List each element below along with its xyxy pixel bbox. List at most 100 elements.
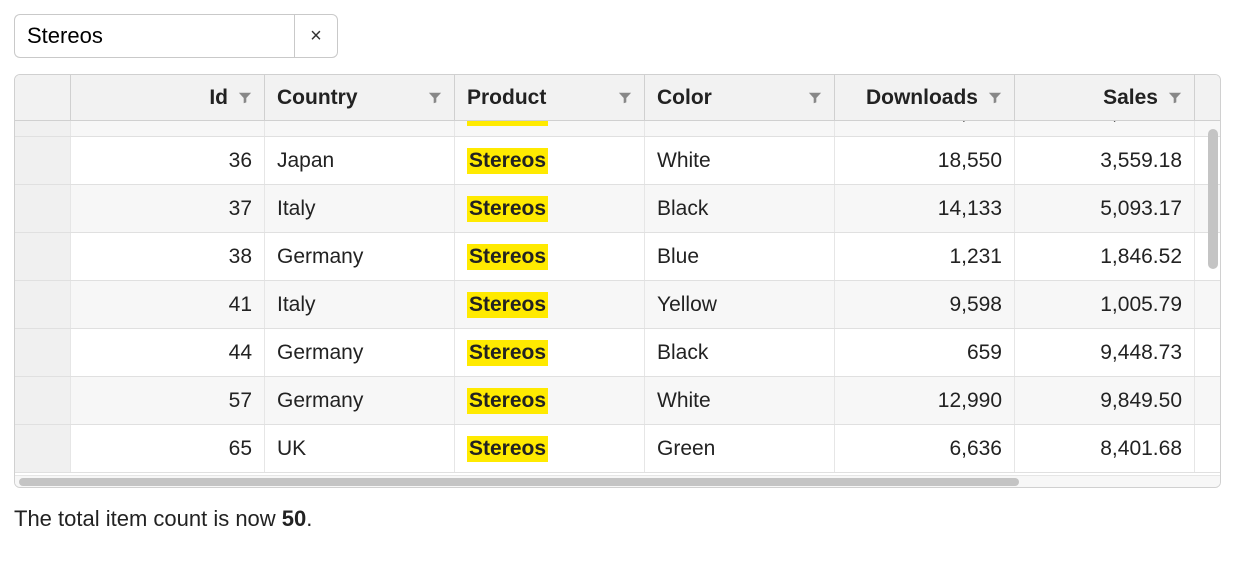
cell-color: White <box>645 137 835 184</box>
filter-icon[interactable] <box>1168 91 1182 105</box>
cell-downloads: 1,231 <box>835 233 1015 280</box>
column-label: Id <box>209 86 228 110</box>
close-icon: × <box>310 25 322 48</box>
table-row[interactable]: 44GermanyStereosBlack6599,448.73 <box>15 329 1220 377</box>
highlight: Stereos <box>467 148 548 174</box>
highlight: Stereos <box>467 388 548 414</box>
column-label: Color <box>657 86 712 110</box>
cell-sales: 8,284.00 <box>1015 121 1195 136</box>
column-label: Sales <box>1103 86 1158 110</box>
cell-id: 57 <box>71 377 265 424</box>
horizontal-scrollbar-thumb[interactable] <box>19 478 1019 486</box>
search-bar: × <box>14 14 1221 58</box>
cell-country: Germany <box>265 233 455 280</box>
horizontal-scrollbar-track[interactable] <box>15 475 1220 487</box>
table-row[interactable]: 57Germany Stereos White12,9909,849.50 <box>15 377 1220 425</box>
cell-color: White <box>645 377 835 424</box>
table-row[interactable]: 65UKStereosGreen6,6368,401.68 <box>15 425 1220 473</box>
cell-id: 38 <box>71 233 265 280</box>
cell-product: Stereos <box>455 329 645 376</box>
column-header-country[interactable]: Country <box>265 75 455 120</box>
highlight: Stereos <box>467 436 548 462</box>
column-header-downloads[interactable]: Downloads <box>835 75 1015 120</box>
column-label: Country <box>277 86 358 110</box>
column-header-sales[interactable]: Sales <box>1015 75 1195 120</box>
cell-spacer <box>1195 377 1220 424</box>
row-header-cell <box>15 281 71 328</box>
footer-suffix: . <box>306 506 312 531</box>
cell-sales: 9,448.73 <box>1015 329 1195 376</box>
row-header-cell <box>15 137 71 184</box>
cell-sales: 5,093.17 <box>1015 185 1195 232</box>
cell-country: Greece <box>265 121 455 136</box>
clear-search-button[interactable]: × <box>294 14 338 58</box>
cell-sales: 1,005.79 <box>1015 281 1195 328</box>
filter-icon[interactable] <box>238 91 252 105</box>
cell-id: 44 <box>71 329 265 376</box>
highlight: Stereos <box>467 196 548 222</box>
cell-spacer <box>1195 281 1220 328</box>
cell-country: Italy <box>265 185 455 232</box>
filter-icon[interactable] <box>988 91 1002 105</box>
grid-header-row: Id Country Product Color Downloads <box>15 75 1220 121</box>
cell-color: White <box>645 121 835 136</box>
search-input[interactable] <box>14 14 294 58</box>
column-header-id[interactable]: Id <box>71 75 265 120</box>
cell-spacer <box>1195 329 1220 376</box>
highlight: Stereos <box>467 121 548 126</box>
table-row[interactable]: 41Italy Stereos Yellow9,5981,005.79 <box>15 281 1220 329</box>
column-label: Product <box>467 86 546 110</box>
cell-spacer <box>1195 425 1220 472</box>
cell-downloads: 12,990 <box>835 377 1015 424</box>
cell-sales: 8,401.68 <box>1015 425 1195 472</box>
cell-color: Black <box>645 185 835 232</box>
row-header-cell <box>15 377 71 424</box>
cell-sales: 1,846.52 <box>1015 233 1195 280</box>
cell-id: 36 <box>71 137 265 184</box>
vertical-scrollbar[interactable] <box>1208 129 1218 269</box>
cell-color: Blue <box>645 233 835 280</box>
cell-country: Germany <box>265 329 455 376</box>
cell-country: UK <box>265 425 455 472</box>
cell-id: 41 <box>71 281 265 328</box>
footer-summary: The total item count is now 50. <box>14 506 1221 532</box>
filter-icon[interactable] <box>428 91 442 105</box>
grid-body[interactable]: 31GreeceStereosWhite18,8898,284.0036Japa… <box>15 121 1220 475</box>
cell-country: Italy <box>265 281 455 328</box>
highlight: Stereos <box>467 340 548 366</box>
cell-id: 65 <box>71 425 265 472</box>
cell-country: Germany <box>265 377 455 424</box>
column-header-product[interactable]: Product <box>455 75 645 120</box>
filter-icon[interactable] <box>618 91 632 105</box>
table-row[interactable]: 36JapanStereosWhite18,5503,559.18 <box>15 137 1220 185</box>
column-label: Downloads <box>866 86 978 110</box>
cell-product: Stereos <box>455 281 645 328</box>
footer-count: 50 <box>282 506 306 531</box>
cell-downloads: 18,889 <box>835 121 1015 136</box>
cell-color: Yellow <box>645 281 835 328</box>
row-header-cell <box>15 185 71 232</box>
row-header-cell <box>15 425 71 472</box>
filter-icon[interactable] <box>808 91 822 105</box>
cell-downloads: 9,598 <box>835 281 1015 328</box>
cell-downloads: 659 <box>835 329 1015 376</box>
cell-id: 31 <box>71 121 265 136</box>
cell-sales: 3,559.18 <box>1015 137 1195 184</box>
highlight: Stereos <box>467 244 548 270</box>
highlight: Stereos <box>467 292 548 318</box>
column-header-color[interactable]: Color <box>645 75 835 120</box>
row-header-cell <box>15 233 71 280</box>
table-row[interactable]: 31Greece Stereos White18,8898,284.00 <box>15 121 1220 137</box>
cell-product: Stereos <box>455 425 645 472</box>
table-row[interactable]: 38Germany Stereos Blue1,2311,846.52 <box>15 233 1220 281</box>
data-grid: Id Country Product Color Downloads <box>14 74 1221 488</box>
cell-sales: 9,849.50 <box>1015 377 1195 424</box>
cell-id: 37 <box>71 185 265 232</box>
footer-prefix: The total item count is now <box>14 506 282 531</box>
table-row[interactable]: 37ItalyStereosBlack14,1335,093.17 <box>15 185 1220 233</box>
column-header-spacer <box>1195 75 1220 120</box>
cell-downloads: 6,636 <box>835 425 1015 472</box>
cell-product: Stereos <box>455 233 645 280</box>
row-header-cell[interactable] <box>15 75 71 120</box>
cell-product: Stereos <box>455 185 645 232</box>
